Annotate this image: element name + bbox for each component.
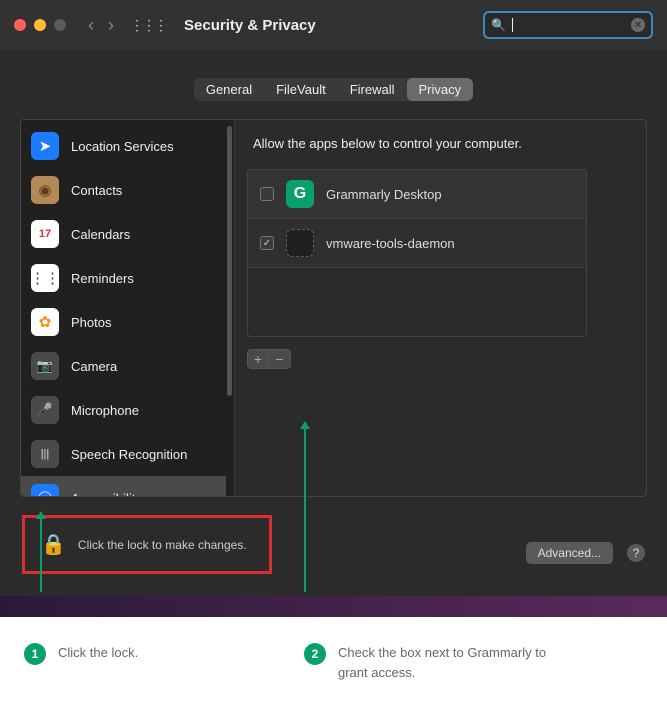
app-name: Grammarly Desktop bbox=[326, 187, 442, 202]
sidebar-item-label: Speech Recognition bbox=[71, 447, 187, 462]
tab-group: General FileVault Firewall Privacy bbox=[194, 78, 473, 101]
step-badge: 2 bbox=[304, 643, 326, 665]
sidebar-item-label: Photos bbox=[71, 315, 111, 330]
location-icon: ➤ bbox=[31, 132, 59, 160]
sidebar-item-label: Location Services bbox=[71, 139, 174, 154]
sidebar-item-speech[interactable]: ||| Speech Recognition bbox=[21, 432, 226, 476]
sidebar-item-accessibility[interactable]: ⦿ Accessibility bbox=[21, 476, 226, 496]
instruction-1: 1 Click the lock. bbox=[24, 643, 284, 682]
privacy-panel: ➤ Location Services ◉ Contacts 17 Calend… bbox=[20, 119, 647, 497]
sidebar-item-reminders[interactable]: ⋮⋮ Reminders bbox=[21, 256, 226, 300]
clear-icon[interactable]: ✕ bbox=[631, 18, 645, 32]
sidebar-item-label: Calendars bbox=[71, 227, 130, 242]
checkbox[interactable] bbox=[260, 236, 274, 250]
lock-bar[interactable]: 🔒 Click the lock to make changes. bbox=[22, 515, 272, 574]
instructions: 1 Click the lock. 2 Check the box next t… bbox=[0, 617, 667, 702]
accessibility-icon: ⦿ bbox=[31, 484, 59, 496]
arrowhead-icon bbox=[36, 511, 46, 519]
remove-button[interactable]: − bbox=[269, 349, 291, 369]
arrow-1 bbox=[40, 512, 42, 592]
search-icon: 🔍 bbox=[491, 18, 506, 32]
forward-button: › bbox=[108, 15, 114, 36]
text-cursor bbox=[512, 18, 513, 32]
titlebar: ‹ › ⋮⋮⋮ Security & Privacy 🔍 ✕ bbox=[0, 0, 667, 50]
app-row-grammarly[interactable]: G Grammarly Desktop bbox=[248, 170, 586, 219]
add-button[interactable]: + bbox=[247, 349, 269, 369]
tab-bar: General FileVault Firewall Privacy bbox=[20, 78, 647, 101]
sidebar-item-microphone[interactable]: 🎤 Microphone bbox=[21, 388, 226, 432]
search-input[interactable]: 🔍 ✕ bbox=[483, 11, 653, 39]
contacts-icon: ◉ bbox=[31, 176, 59, 204]
app-icon bbox=[286, 229, 314, 257]
microphone-icon: 🎤 bbox=[31, 396, 59, 424]
allow-text: Allow the apps below to control your com… bbox=[253, 136, 634, 151]
lock-text: Click the lock to make changes. bbox=[78, 538, 247, 552]
camera-icon: 📷 bbox=[31, 352, 59, 380]
app-name: vmware-tools-daemon bbox=[326, 236, 455, 251]
sidebar-item-contacts[interactable]: ◉ Contacts bbox=[21, 168, 226, 212]
content-area: General FileVault Firewall Privacy ➤ Loc… bbox=[0, 50, 667, 513]
help-button[interactable]: ? bbox=[627, 544, 645, 562]
calendar-icon: 17 bbox=[31, 220, 59, 248]
sidebar-item-label: Microphone bbox=[71, 403, 139, 418]
traffic-lights bbox=[14, 19, 66, 31]
advanced-button[interactable]: Advanced... bbox=[526, 542, 613, 564]
tab-general[interactable]: General bbox=[194, 78, 264, 101]
lock-icon[interactable]: 🔒 bbox=[41, 532, 66, 557]
window-title: Security & Privacy bbox=[184, 17, 316, 34]
sidebar-item-photos[interactable]: ✿ Photos bbox=[21, 300, 226, 344]
tab-privacy[interactable]: Privacy bbox=[407, 78, 474, 101]
step-badge: 1 bbox=[24, 643, 46, 665]
add-remove-controls: + − bbox=[247, 349, 634, 369]
sidebar-item-location[interactable]: ➤ Location Services bbox=[21, 124, 226, 168]
preferences-window: ‹ › ⋮⋮⋮ Security & Privacy 🔍 ✕ General F… bbox=[0, 0, 667, 596]
right-panel: Allow the apps below to control your com… bbox=[247, 120, 646, 496]
app-icon: G bbox=[286, 180, 314, 208]
photos-icon: ✿ bbox=[31, 308, 59, 336]
close-icon[interactable] bbox=[14, 19, 26, 31]
reminders-icon: ⋮⋮ bbox=[31, 264, 59, 292]
back-button[interactable]: ‹ bbox=[88, 15, 94, 36]
desktop-strip bbox=[0, 596, 667, 617]
sidebar-item-camera[interactable]: 📷 Camera bbox=[21, 344, 226, 388]
tab-filevault[interactable]: FileVault bbox=[264, 78, 338, 101]
step-text: Click the lock. bbox=[58, 643, 138, 663]
sidebar-item-calendars[interactable]: 17 Calendars bbox=[21, 212, 226, 256]
speech-icon: ||| bbox=[31, 440, 59, 468]
minimize-icon[interactable] bbox=[34, 19, 46, 31]
sidebar-item-label: Contacts bbox=[71, 183, 122, 198]
step-text: Check the box next to Grammarly to grant… bbox=[338, 643, 564, 682]
tab-firewall[interactable]: Firewall bbox=[338, 78, 407, 101]
sidebar-item-label: Camera bbox=[71, 359, 117, 374]
app-list: G Grammarly Desktop vmware-tools-daemon bbox=[247, 169, 587, 337]
arrow-2 bbox=[304, 422, 306, 592]
checkbox[interactable] bbox=[260, 187, 274, 201]
arrowhead-icon bbox=[300, 421, 310, 429]
instruction-2: 2 Check the box next to Grammarly to gra… bbox=[304, 643, 564, 682]
sidebar-item-label: Reminders bbox=[71, 271, 134, 286]
sidebar-item-label: Accessibility bbox=[71, 491, 142, 497]
scrollbar[interactable] bbox=[227, 126, 232, 396]
maximize-icon bbox=[54, 19, 66, 31]
app-list-empty bbox=[248, 268, 586, 336]
app-row-vmware[interactable]: vmware-tools-daemon bbox=[248, 219, 586, 268]
sidebar: ➤ Location Services ◉ Contacts 17 Calend… bbox=[21, 120, 235, 496]
grid-icon[interactable]: ⋮⋮⋮ bbox=[130, 17, 166, 34]
